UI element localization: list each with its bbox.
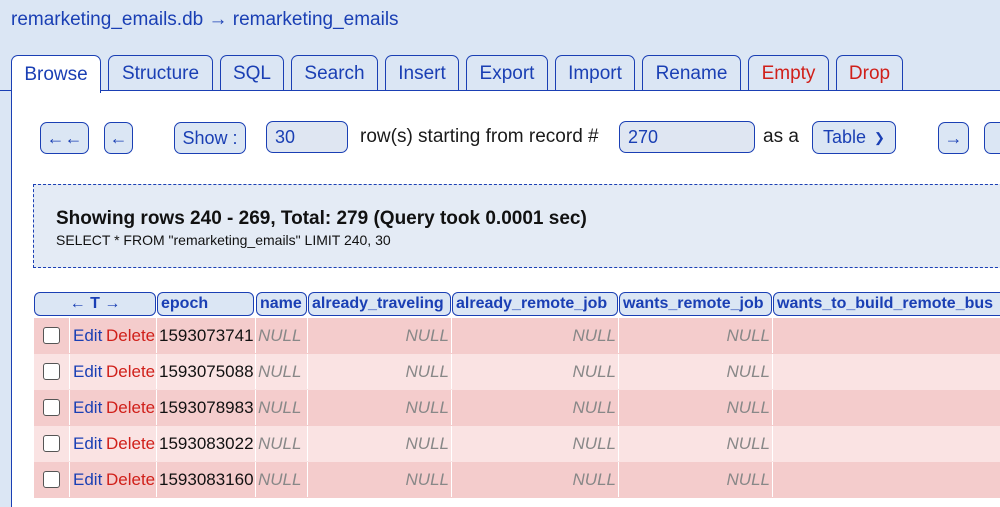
column-header-name[interactable]: name xyxy=(256,292,307,316)
row-checkbox[interactable] xyxy=(43,327,60,344)
tab-structure[interactable]: Structure xyxy=(108,55,213,91)
tab-drop[interactable]: Drop xyxy=(836,55,903,91)
tab-underline xyxy=(0,90,1000,91)
wants-remote-job-cell: NULL xyxy=(619,462,773,497)
wants-remote-job-cell: NULL xyxy=(619,390,773,425)
delete-link[interactable]: Delete xyxy=(106,326,155,346)
chevron-down-icon: ❯ xyxy=(874,129,885,145)
already-traveling-cell: NULL xyxy=(308,390,452,425)
name-cell: NULL xyxy=(256,462,308,497)
tab-export[interactable]: Export xyxy=(466,55,548,91)
result-summary: Showing rows 240 - 269, Total: 279 (Quer… xyxy=(56,208,587,229)
row-checkbox[interactable] xyxy=(43,471,60,488)
tab-browse[interactable]: Browse xyxy=(11,55,101,93)
already-traveling-cell: NULL xyxy=(308,462,452,497)
already-traveling-cell: NULL xyxy=(308,318,452,353)
wants-remote-job-cell: NULL xyxy=(619,354,773,389)
tab-empty[interactable]: Empty xyxy=(748,55,829,91)
name-cell: NULL xyxy=(256,318,308,353)
show-button[interactable]: Show : xyxy=(174,122,246,154)
already-remote-job-cell: NULL xyxy=(452,318,619,353)
column-header-already-remote-job[interactable]: already_remote_job xyxy=(452,292,618,316)
rows-starting-label: row(s) starting from record # xyxy=(360,126,599,147)
row-checkbox-cell xyxy=(34,390,70,425)
tab-search[interactable]: Search xyxy=(291,55,378,91)
view-mode-select[interactable]: Table ❯ xyxy=(812,121,896,154)
as-a-label: as a xyxy=(763,126,799,147)
row-checkbox-cell xyxy=(34,462,70,497)
delete-link[interactable]: Delete xyxy=(106,398,155,418)
tab-rename[interactable]: Rename xyxy=(642,55,741,91)
edit-link[interactable]: Edit xyxy=(73,326,102,346)
delete-link[interactable]: Delete xyxy=(106,470,155,490)
wants-remote-job-cell: NULL xyxy=(619,318,773,353)
edit-link[interactable]: Edit xyxy=(73,398,102,418)
row-checkbox-cell xyxy=(34,354,70,389)
last-page-button[interactable] xyxy=(984,122,1000,154)
wants-to-build-cell xyxy=(773,354,1000,389)
start-record-input[interactable] xyxy=(619,121,755,153)
already-remote-job-cell: NULL xyxy=(452,390,619,425)
table-row: Edit Delete 1593083160 NULL NULL NULL NULL xyxy=(34,462,1000,498)
already-remote-job-cell: NULL xyxy=(452,426,619,461)
edit-link[interactable]: Edit xyxy=(73,362,102,382)
tab-import[interactable]: Import xyxy=(555,55,635,91)
already-remote-job-cell: NULL xyxy=(452,354,619,389)
wants-remote-job-cell: NULL xyxy=(619,426,773,461)
next-page-button[interactable]: → xyxy=(938,122,969,154)
tab-sql[interactable]: SQL xyxy=(220,55,284,91)
sort-column-header[interactable]: ← T → xyxy=(34,292,156,316)
epoch-cell: 1593083022 xyxy=(157,426,256,461)
table-row: Edit Delete 1593075088 NULL NULL NULL NULL xyxy=(34,354,1000,390)
query-info-box: Showing rows 240 - 269, Total: 279 (Quer… xyxy=(33,184,1000,268)
row-checkbox-cell xyxy=(34,426,70,461)
edit-link[interactable]: Edit xyxy=(73,470,102,490)
sql-query-text: SELECT * FROM "remarketing_emails" LIMIT… xyxy=(56,232,391,248)
column-header-already-traveling[interactable]: already_traveling xyxy=(308,292,451,316)
already-traveling-cell: NULL xyxy=(308,354,452,389)
table-row: Edit Delete 1593083022 NULL NULL NULL NULL xyxy=(34,426,1000,462)
tab-insert[interactable]: Insert xyxy=(385,55,459,91)
row-checkbox-cell xyxy=(34,318,70,353)
tab-bar: Browse Structure SQL Search Insert Expor… xyxy=(0,0,1000,93)
wants-to-build-cell xyxy=(773,462,1000,497)
first-page-button[interactable]: ←← xyxy=(40,122,89,154)
name-cell: NULL xyxy=(256,390,308,425)
already-traveling-cell: NULL xyxy=(308,426,452,461)
column-header-wants-remote-job[interactable]: wants_remote_job xyxy=(619,292,772,316)
epoch-cell: 1593078983 xyxy=(157,390,256,425)
row-count-input[interactable] xyxy=(266,121,348,153)
epoch-cell: 1593075088 xyxy=(157,354,256,389)
row-checkbox[interactable] xyxy=(43,435,60,452)
wants-to-build-cell xyxy=(773,318,1000,353)
wants-to-build-cell xyxy=(773,426,1000,461)
epoch-cell: 1593073741 xyxy=(157,318,256,353)
name-cell: NULL xyxy=(256,426,308,461)
column-header-wants-to-build-remote-bus[interactable]: wants_to_build_remote_bus xyxy=(773,292,1000,316)
table-row: Edit Delete 1593073741 NULL NULL NULL NULL xyxy=(34,318,1000,354)
column-header-epoch[interactable]: epoch xyxy=(157,292,254,316)
prev-page-button[interactable]: ← xyxy=(104,122,133,154)
edit-link[interactable]: Edit xyxy=(73,434,102,454)
name-cell: NULL xyxy=(256,354,308,389)
delete-link[interactable]: Delete xyxy=(106,434,155,454)
row-checkbox[interactable] xyxy=(43,363,60,380)
row-checkbox[interactable] xyxy=(43,399,60,416)
epoch-cell: 1593083160 xyxy=(157,462,256,497)
table-row: Edit Delete 1593078983 NULL NULL NULL NULL xyxy=(34,390,1000,426)
delete-link[interactable]: Delete xyxy=(106,362,155,382)
view-mode-value: Table xyxy=(823,127,867,147)
already-remote-job-cell: NULL xyxy=(452,462,619,497)
wants-to-build-cell xyxy=(773,390,1000,425)
